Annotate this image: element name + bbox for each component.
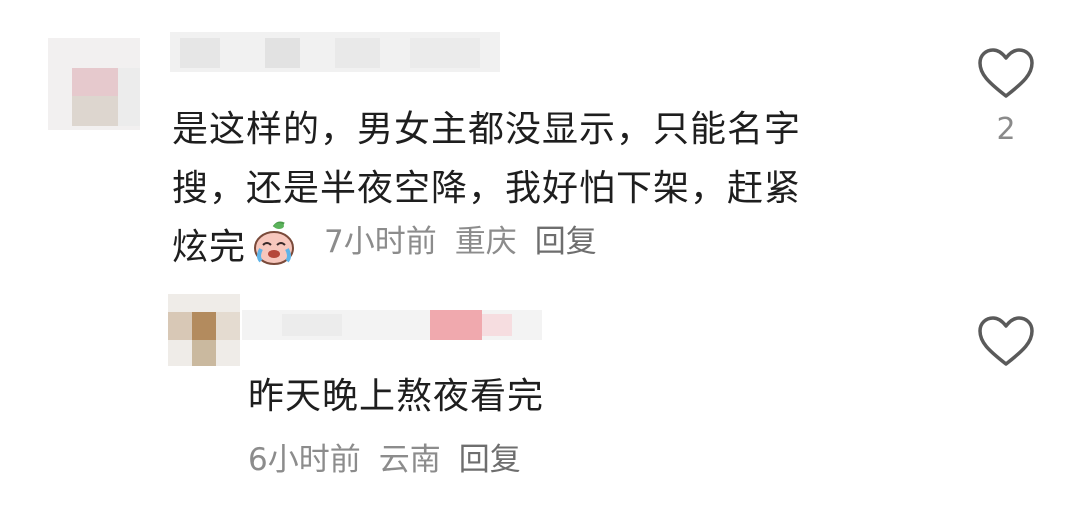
like-count: 2: [996, 112, 1016, 147]
avatar[interactable]: [48, 38, 140, 130]
reply-button[interactable]: 回复: [535, 224, 597, 260]
comment-meta: 6小时前 云南 回复: [248, 440, 539, 480]
comment-text-line-end: 炫完: [172, 227, 247, 268]
comment-item: 是这样的，男女主都没显示，只能名字 搜，还是半夜空降，我好怕下架，赶紧 炫完 7…: [0, 0, 1080, 290]
comment-text: 昨天晚上熬夜看完: [248, 376, 545, 417]
avatar[interactable]: [168, 294, 240, 366]
comment-time: 6小时前: [248, 442, 361, 478]
comment-location: 云南: [378, 442, 441, 478]
comment-meta: 7小时前 重庆 回复: [324, 222, 615, 262]
comment-text-line: 搜，还是半夜空降，我好怕下架，赶紧: [172, 168, 802, 209]
crying-face-emoji: [254, 221, 295, 265]
comment-text-line: 是这样的，男女主都没显示，只能名字: [172, 109, 802, 150]
comment-location: 重庆: [454, 224, 517, 260]
username-blurred[interactable]: [242, 304, 542, 344]
heart-outline-icon[interactable]: [976, 46, 1036, 102]
comment-time: 7小时前: [324, 224, 437, 260]
reply-button[interactable]: 回复: [459, 442, 521, 478]
reply-comment-item: 昨天晚上熬夜看完 6小时前 云南 回复: [0, 290, 1080, 509]
username-blurred[interactable]: [170, 26, 500, 76]
heart-outline-icon[interactable]: [976, 314, 1036, 370]
